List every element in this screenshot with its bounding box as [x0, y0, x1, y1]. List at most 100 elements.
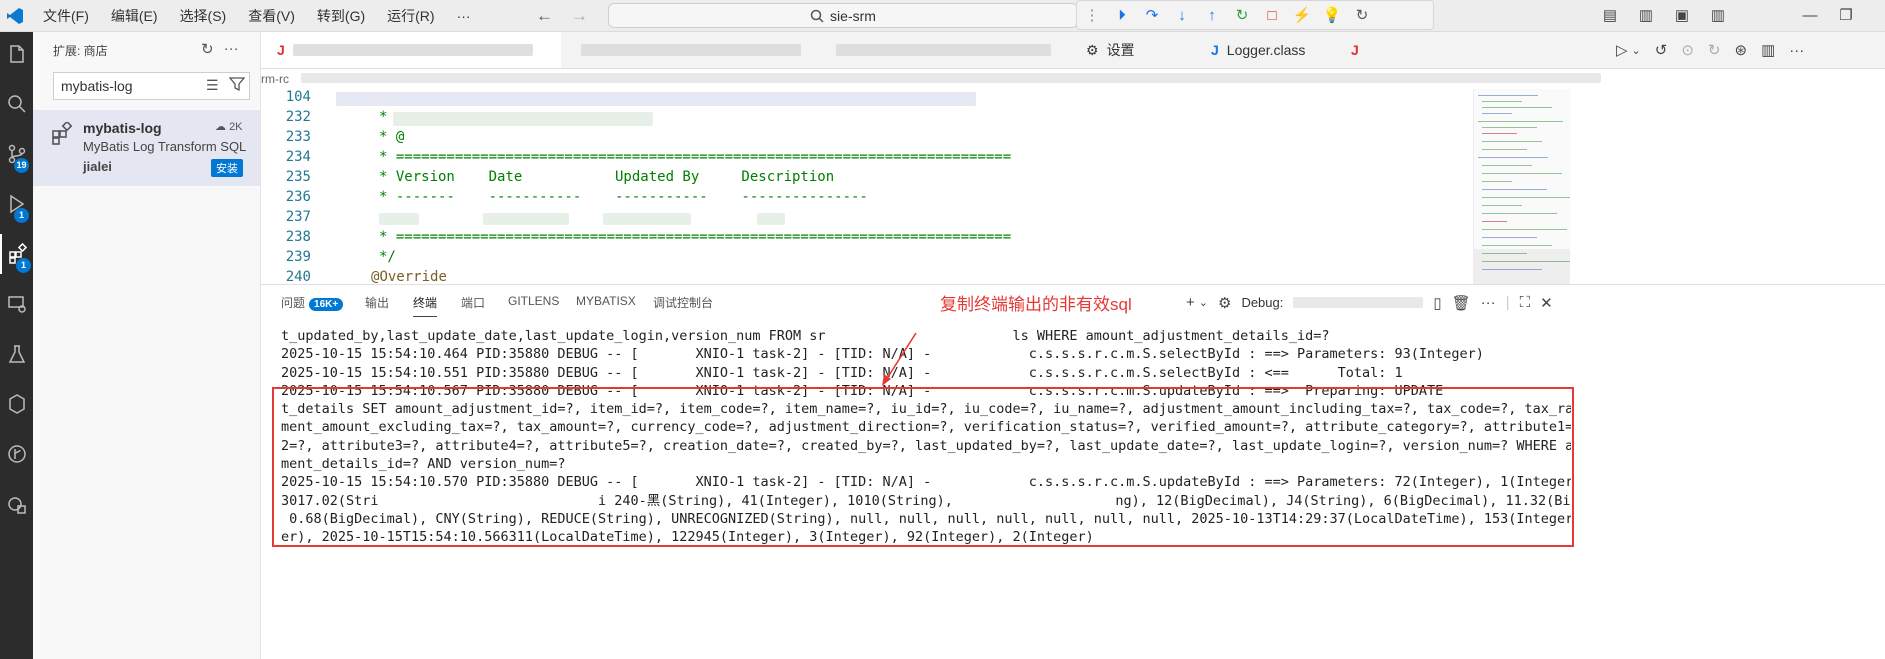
extensions-search-box: ☰: [53, 72, 250, 100]
code-text: * ======================================…: [379, 229, 1012, 245]
run-java-icon[interactable]: ▷: [1616, 41, 1628, 59]
run-debug-badge: 1: [14, 208, 29, 223]
breadcrumb: rm-rc: [261, 69, 1885, 89]
code-text: *: [379, 109, 388, 125]
minimize-icon[interactable]: —: [1800, 7, 1820, 24]
continue-icon[interactable]: ⏵: [1113, 6, 1131, 24]
line-number: 237: [285, 209, 311, 225]
open-changes-icon[interactable]: ⊛: [1735, 41, 1748, 59]
restart-icon[interactable]: ↻: [1233, 6, 1251, 24]
vscode-logo-icon: [7, 8, 23, 24]
toggle-panel-icon[interactable]: ▣: [1672, 6, 1692, 24]
install-button[interactable]: 安装: [211, 159, 243, 177]
lightbulb-icon[interactable]: 💡: [1323, 6, 1342, 24]
sidebar-title: 扩展: 商店: [53, 44, 108, 58]
line-number: 104: [285, 89, 311, 105]
menu-selection[interactable]: 选择(S): [169, 6, 238, 26]
code-line: 232 *: [261, 109, 1473, 129]
forward-arrow-icon[interactable]: →: [571, 6, 588, 26]
download-count: ☁ 2K: [215, 121, 243, 133]
activity-bar: 19 1 1: [0, 32, 33, 659]
testing-icon[interactable]: [0, 334, 33, 374]
tab-settings[interactable]: ⚙ 设置: [1086, 32, 1196, 68]
step-over-icon[interactable]: ↷: [1143, 6, 1161, 24]
code-line: 104: [261, 89, 1473, 109]
extensions-search-input[interactable]: [54, 73, 194, 99]
clear-results-icon[interactable]: ☰: [206, 77, 219, 94]
hot-code-replace-icon[interactable]: ⚡: [1293, 6, 1312, 24]
go-back-icon[interactable]: ↺: [1655, 41, 1668, 59]
drag-handle-icon[interactable]: ⋮: [1083, 6, 1101, 24]
code-line: 233 * @: [261, 129, 1473, 149]
menu-run[interactable]: 运行(R): [376, 6, 445, 26]
split-editor-icon[interactable]: ▥: [1761, 41, 1775, 59]
command-center-text: sie-srm: [830, 7, 876, 24]
source-control-icon[interactable]: 19: [0, 134, 33, 174]
code-text: @Override: [371, 269, 447, 285]
back-arrow-icon[interactable]: ←: [536, 6, 553, 26]
line-number: 238: [285, 229, 311, 245]
menu-bar: 文件(F) 编辑(E) 选择(S) 查看(V) 转到(G) 运行(R) ···: [32, 0, 482, 32]
line-number: 234: [285, 149, 311, 165]
restore-icon[interactable]: ❐: [1836, 6, 1856, 24]
filter-icon[interactable]: [229, 76, 245, 92]
search-icon[interactable]: [0, 84, 33, 124]
refresh-icon[interactable]: ↻: [1353, 6, 1371, 24]
extensions-icon[interactable]: 1: [0, 234, 33, 274]
java-file-icon: J: [1211, 42, 1219, 58]
tab-file-2[interactable]: [571, 32, 811, 68]
gitlens-icon[interactable]: [0, 384, 33, 424]
line-number: 233: [285, 129, 311, 145]
menu-file[interactable]: 文件(F): [32, 6, 100, 26]
menu-edit[interactable]: 编辑(E): [100, 6, 169, 26]
git-graph-icon[interactable]: [0, 434, 33, 474]
line-number: 236: [285, 189, 311, 205]
menu-go[interactable]: 转到(G): [306, 6, 376, 26]
annotation-arrow-icon: [882, 332, 917, 386]
code-line: 237: [261, 209, 1473, 229]
code-line: 234 * ==================================…: [261, 149, 1473, 169]
layout-icon[interactable]: ▤: [1600, 6, 1620, 24]
run-debug-icon[interactable]: 1: [0, 184, 33, 224]
menu-more[interactable]: ···: [446, 8, 482, 24]
go-forward-icon[interactable]: ↻: [1708, 41, 1721, 59]
tab-logger-class[interactable]: J Logger.class: [1211, 32, 1341, 68]
toggle-sidebar-icon[interactable]: ▥: [1636, 6, 1656, 24]
tab-active-java[interactable]: J: [261, 32, 561, 68]
step-into-icon[interactable]: ↓: [1173, 6, 1191, 24]
step-out-icon[interactable]: ↑: [1203, 6, 1221, 24]
java-file-icon: J: [277, 42, 285, 58]
toggle-secondary-sidebar-icon[interactable]: ▥: [1708, 6, 1728, 24]
breadcrumb-prefix[interactable]: rm-rc: [261, 72, 289, 86]
minimap[interactable]: [1473, 89, 1570, 284]
code-line: 239 */: [261, 249, 1473, 269]
mybatis-icon[interactable]: [0, 484, 33, 524]
tab-file-3[interactable]: [826, 32, 1051, 68]
tab-java-overflow[interactable]: J: [1351, 32, 1371, 68]
code-editor[interactable]: 104 232 * 233 * @ 234 * ================…: [261, 89, 1473, 285]
title-bar: 文件(F) 编辑(E) 选择(S) 查看(V) 转到(G) 运行(R) ··· …: [0, 0, 1885, 32]
refresh-icon[interactable]: ↻: [201, 40, 214, 58]
search-icon: [810, 9, 824, 23]
extension-icon: [52, 122, 73, 145]
code-text: * ======================================…: [379, 149, 1012, 165]
line-number: 239: [285, 249, 311, 265]
code-text: * ------- ----------- ----------- ------…: [379, 189, 868, 205]
java-file-icon: J: [1351, 42, 1359, 58]
stop-icon[interactable]: □: [1263, 6, 1281, 24]
menu-view[interactable]: 查看(V): [237, 6, 306, 26]
source-control-badge: 19: [14, 158, 29, 173]
editor-margin: [1570, 89, 1885, 284]
more-actions-icon[interactable]: ···: [1789, 42, 1804, 59]
remote-explorer-icon[interactable]: [0, 284, 33, 324]
extension-list-item[interactable]: mybatis-log ☁ 2K MyBatis Log Transform S…: [33, 110, 260, 186]
editor-tabs: J ⚙ 设置 J Logger.class J ▷ ⌄ ↺ ⊙ ↻ ⊛ ▥ ··…: [261, 32, 1885, 69]
code-line: 235 * Version Date Updated By Descriptio…: [261, 169, 1473, 189]
code-line: 238 * ==================================…: [261, 229, 1473, 249]
circle-dot-icon[interactable]: ⊙: [1681, 41, 1694, 59]
settings-icon: ⚙: [1086, 41, 1099, 58]
more-actions-icon[interactable]: ···: [224, 40, 239, 58]
chevron-down-icon[interactable]: ⌄: [1632, 44, 1641, 57]
explorer-icon[interactable]: [0, 34, 33, 74]
command-center-search[interactable]: sie-srm: [608, 3, 1078, 28]
